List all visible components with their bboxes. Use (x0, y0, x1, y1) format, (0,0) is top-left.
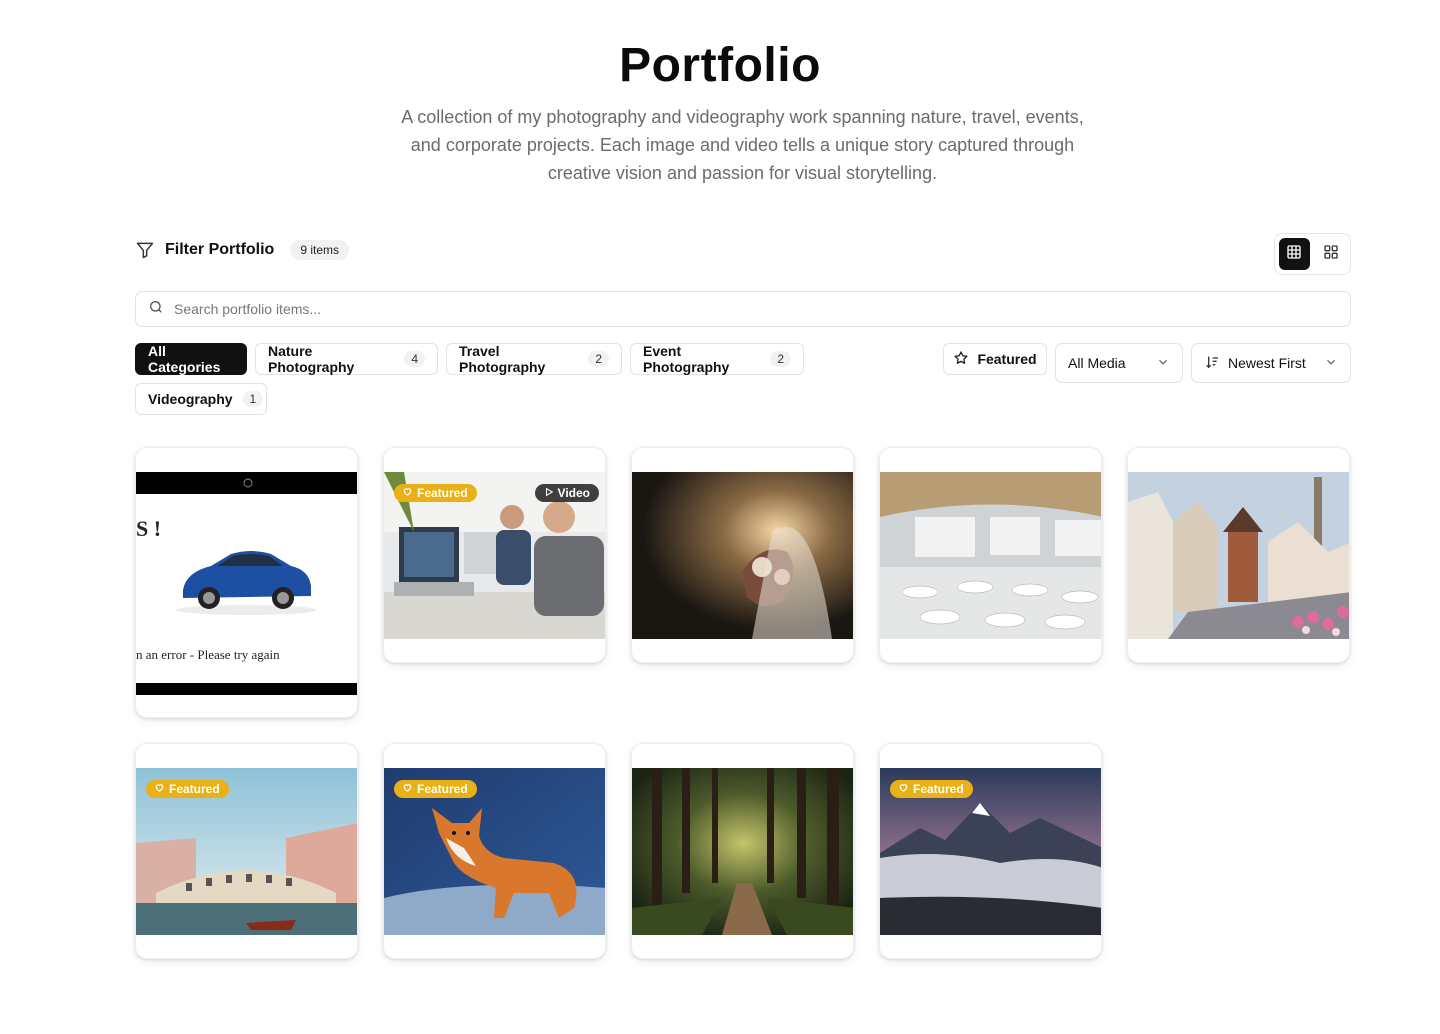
category-chip-event[interactable]: Event Photography 2 (630, 343, 804, 375)
portfolio-card[interactable] (879, 447, 1102, 663)
card-image (632, 472, 853, 639)
portfolio-card[interactable] (631, 447, 854, 663)
featured-badge-label: Featured (169, 782, 220, 796)
card-image: Featured (136, 768, 357, 935)
grid-large-view-button[interactable] (1279, 238, 1310, 270)
search-input[interactable] (174, 301, 1274, 317)
category-chip-count: 2 (770, 351, 791, 367)
filter-header: Filter Portfolio 9 items (135, 240, 350, 260)
error-bottom-bar (136, 683, 357, 695)
chevron-down-icon (1324, 355, 1338, 372)
category-chip-label: Travel Photography (459, 343, 546, 375)
portfolio-card[interactable]: Featured (383, 743, 606, 959)
category-chip-label: Event Photography (643, 343, 730, 375)
heart-icon (402, 782, 413, 796)
category-chip-videography[interactable]: Videography 1 (135, 383, 267, 415)
portfolio-card[interactable]: Featured Video (383, 447, 606, 663)
grid-3x3-icon (1286, 244, 1302, 265)
page-subtitle: A collection of my photography and video… (401, 107, 1084, 183)
card-image: Featured Video (384, 472, 605, 639)
category-chip-count: 2 (588, 351, 609, 367)
category-chip-travel[interactable]: Travel Photography 2 (446, 343, 622, 375)
portfolio-card[interactable]: Featured (879, 743, 1102, 959)
error-message: n an error - Please try again (136, 647, 280, 662)
items-count-badge: 9 items (290, 240, 350, 260)
category-chip-count: 1 (242, 391, 264, 407)
portfolio-card[interactable] (1127, 447, 1350, 663)
card-image: Featured (384, 768, 605, 935)
filter-label: Filter Portfolio (165, 241, 275, 258)
error-top-bar (136, 472, 357, 494)
portfolio-card[interactable] (631, 743, 854, 959)
media-select-value: All Media (1068, 355, 1126, 371)
featured-badge: Featured (394, 780, 477, 798)
search-icon (148, 299, 164, 320)
category-chip-nature[interactable]: Nature Photography 4 (255, 343, 438, 375)
card-image: S ! n an error - Please try again (136, 472, 357, 695)
featured-badge-label: Featured (417, 486, 468, 500)
portfolio-card[interactable]: S ! n an error - Please try again (135, 447, 358, 718)
car-illustration (176, 551, 316, 615)
featured-badge: Featured (146, 780, 229, 798)
sort-select-value: Newest First (1228, 355, 1306, 371)
heart-icon (154, 782, 165, 796)
sort-select[interactable]: Newest First (1191, 343, 1351, 383)
featured-badge: Featured (394, 484, 477, 502)
category-chip-label: All Categories (148, 343, 221, 375)
page-title: Portfolio (619, 39, 821, 92)
heart-icon (402, 486, 413, 500)
heart-icon (898, 782, 909, 796)
video-badge: Video (534, 484, 599, 502)
featured-badge: Featured (890, 780, 973, 798)
featured-label: Featured (977, 351, 1037, 367)
card-image: Featured (880, 768, 1101, 935)
search-box (135, 291, 1351, 327)
grid-small-view-button[interactable] (1316, 238, 1347, 270)
video-badge-label: Video (557, 486, 590, 500)
sort-icon (1204, 354, 1220, 373)
filter-icon (135, 240, 155, 260)
view-toggle (1274, 233, 1351, 275)
grid-2x2-icon (1323, 244, 1339, 265)
chevron-down-icon (1156, 355, 1170, 372)
play-icon (544, 486, 554, 500)
card-image (880, 472, 1101, 639)
card-image (632, 768, 853, 935)
portfolio-card[interactable]: Featured (135, 743, 358, 959)
category-chip-label: Nature Photography (268, 343, 355, 375)
featured-toggle-button[interactable]: Featured (943, 343, 1047, 375)
category-chip-all[interactable]: All Categories (135, 343, 247, 375)
featured-badge-label: Featured (417, 782, 468, 796)
category-chip-count: 4 (404, 351, 425, 367)
error-exclaim: S ! (136, 516, 162, 541)
category-chip-label: Videography (148, 391, 233, 407)
media-type-select[interactable]: All Media (1055, 343, 1183, 383)
card-image (1128, 472, 1349, 639)
featured-badge-label: Featured (913, 782, 964, 796)
star-icon (953, 350, 969, 369)
